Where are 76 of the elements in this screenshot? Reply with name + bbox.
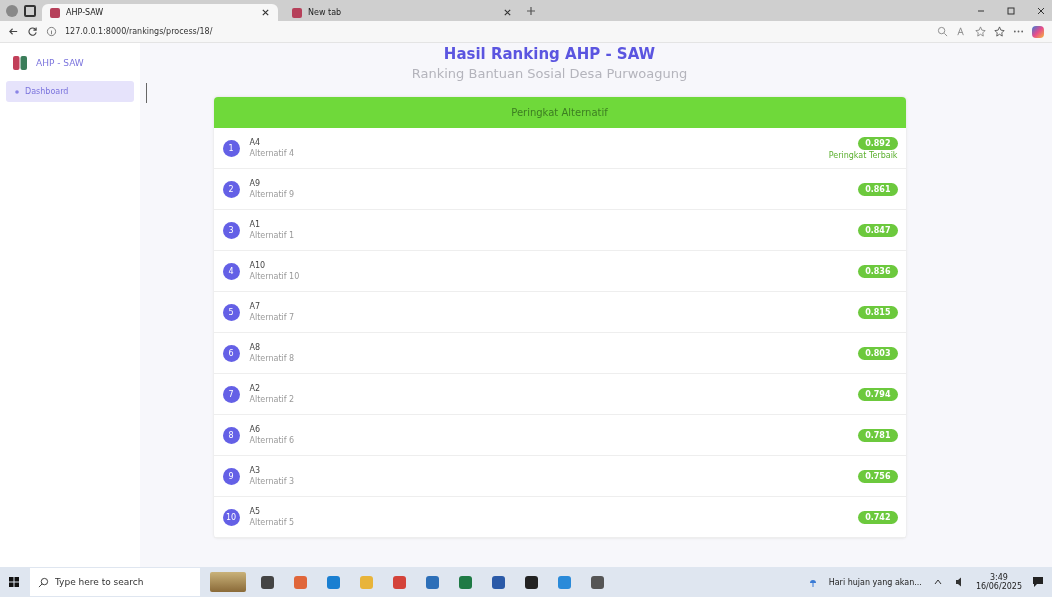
search-icon	[38, 576, 49, 588]
taskbar-search-field[interactable]: Type here to search	[30, 568, 200, 596]
alternative-name: A10	[249, 261, 267, 270]
rank-badge: 2	[222, 180, 240, 198]
taskbar-app-icon[interactable]	[591, 575, 604, 589]
read-aloud-icon[interactable]	[956, 26, 967, 37]
rank-badge: 7	[222, 385, 240, 403]
close-icon[interactable]	[503, 8, 512, 17]
alternative-description: Alternatif 1	[249, 231, 296, 240]
rank-badge: 1	[222, 139, 240, 157]
close-icon[interactable]	[1036, 5, 1046, 16]
logo-icon	[12, 55, 28, 71]
alternative-description: Alternatif 8	[249, 354, 296, 363]
brand-name[interactable]: AHP - SAW	[36, 58, 84, 68]
rank-badge: 6	[222, 344, 240, 362]
alternative-name: A5	[249, 507, 262, 516]
favorites-icon[interactable]	[994, 26, 1005, 37]
score-badge: 0.794	[858, 387, 898, 401]
score-badge: 0.803	[858, 346, 898, 360]
alternative-name: A9	[249, 179, 262, 188]
close-icon[interactable]	[261, 8, 270, 17]
time-text: 3:49	[989, 573, 1008, 582]
score-badge: 0.847	[858, 223, 898, 237]
star-icon[interactable]	[975, 26, 986, 37]
alternative-description: Alternatif 10	[249, 272, 301, 281]
alternative-description: Alternatif 2	[249, 395, 296, 404]
score-badge: 0.781	[858, 428, 898, 442]
alternative-name: A6	[249, 425, 262, 434]
page-subtitle: Ranking Bantuan Sosial Desa Purwoagung	[411, 66, 688, 81]
notification-icon[interactable]	[1032, 576, 1044, 588]
card-title: Peringkat Alternatif	[511, 107, 608, 118]
favicon-icon	[50, 7, 60, 18]
alternative-name: A1	[249, 220, 262, 229]
tab-actions-icon[interactable]	[24, 4, 36, 17]
alternative-description: Alternatif 4	[249, 149, 296, 158]
taskbar-app-icon[interactable]	[525, 575, 538, 589]
alternative-description: Alternatif 9	[249, 190, 296, 199]
score-badge: 0.756	[858, 469, 898, 483]
rank-badge: 3	[222, 221, 240, 239]
new-tab-icon[interactable]	[526, 5, 536, 16]
clock[interactable]: 3:49 16/06/2025	[975, 573, 1022, 591]
score-badge: 0.815	[858, 305, 898, 319]
dashboard-icon	[14, 88, 20, 95]
favicon-icon	[292, 7, 302, 18]
page-title: Hasil Ranking AHP - SAW	[443, 45, 656, 63]
zoom-icon[interactable]	[937, 26, 948, 37]
alternative-description: Alternatif 6	[249, 436, 296, 445]
restore-icon[interactable]	[1006, 5, 1016, 16]
rank-badge: 5	[222, 303, 240, 321]
score-badge: 0.836	[858, 264, 898, 278]
back-icon[interactable]	[8, 26, 19, 37]
alternative-description: Alternatif 3	[249, 477, 296, 486]
score-badge: 0.742	[858, 510, 898, 524]
weather-text[interactable]: Hari hujan yang akan...	[828, 577, 922, 587]
info-icon[interactable]	[46, 26, 57, 37]
alternative-description: Alternatif 5	[249, 518, 296, 527]
address-field[interactable]: 127.0.0.1:8000/rankings/process/18/	[65, 27, 213, 36]
alternative-name: A4	[249, 138, 262, 147]
score-badge: 0.892	[858, 136, 898, 150]
taskbar-app-icon[interactable]	[261, 575, 274, 589]
alternative-name: A7	[249, 302, 262, 311]
browser-tab[interactable]: AHP-SAW	[42, 4, 278, 21]
alternative-description: Alternatif 7	[249, 313, 296, 322]
best-rank-label: Peringkat Terbaik	[828, 150, 898, 160]
date-text: 16/06/2025	[975, 582, 1022, 591]
windows-start-icon[interactable]	[8, 576, 20, 588]
alternative-name: A3	[249, 466, 262, 475]
score-badge: 0.861	[858, 182, 898, 196]
alternative-name: A8	[249, 343, 262, 352]
rank-badge: 4	[222, 262, 240, 280]
browser-tab[interactable]: New tab	[284, 4, 520, 21]
rank-badge: 8	[222, 426, 240, 444]
reload-icon[interactable]	[27, 26, 38, 37]
rank-badge: 10	[222, 508, 240, 526]
alternative-name: A2	[249, 384, 262, 393]
rank-badge: 9	[222, 467, 240, 485]
